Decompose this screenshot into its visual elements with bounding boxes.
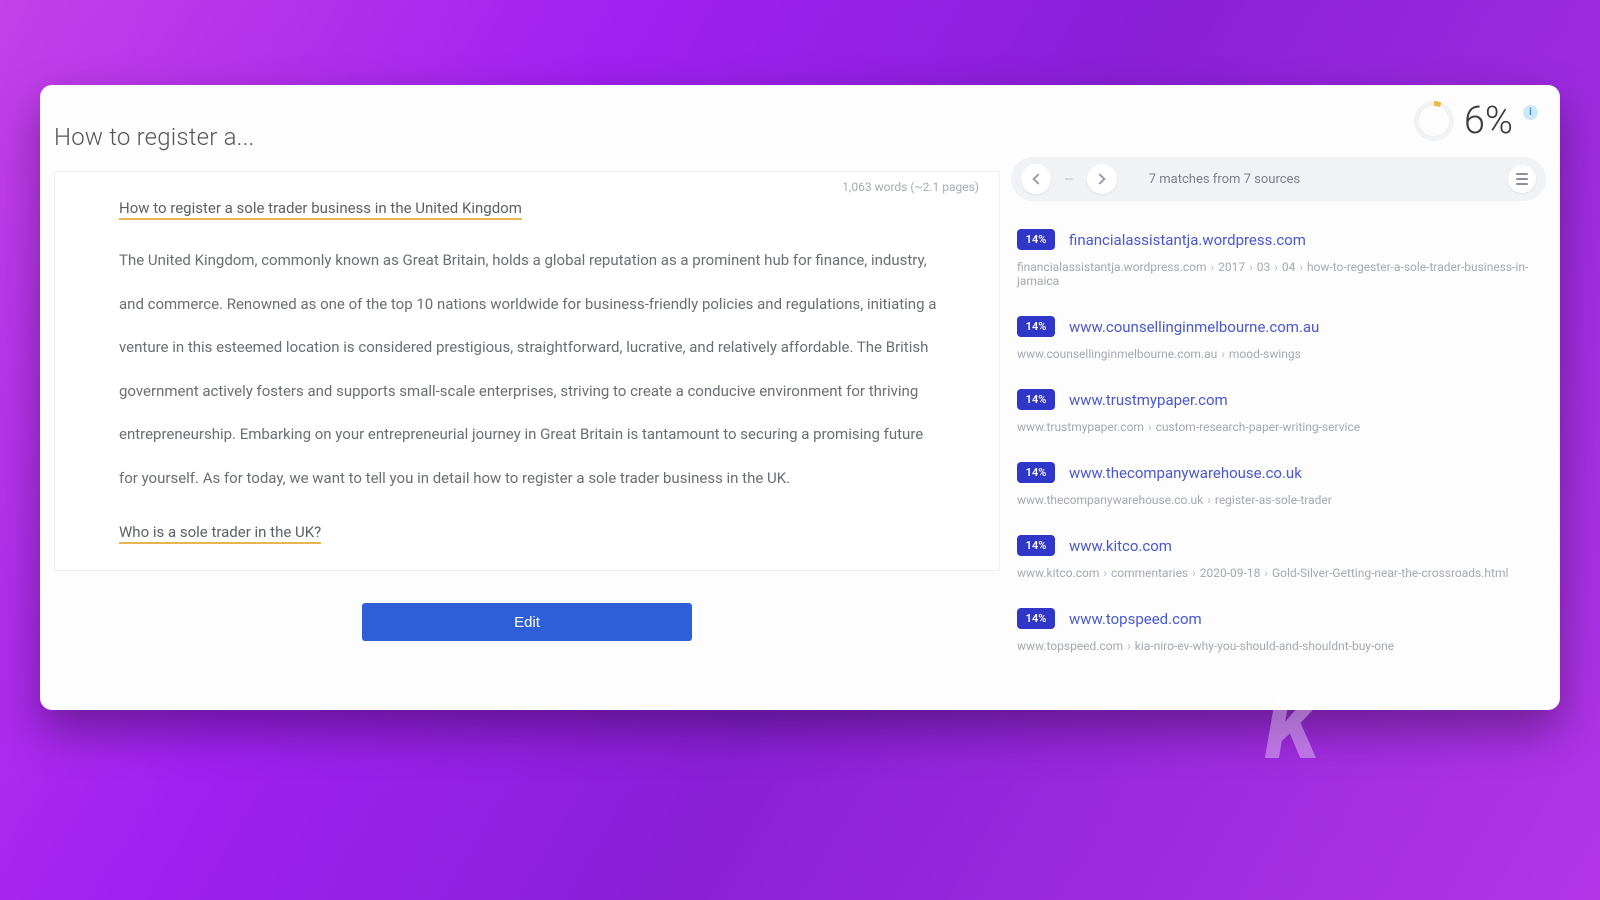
matches-nav-bar: -- 7 matches from 7 sources: [1011, 157, 1546, 201]
source-breadcrumb: www.kitco.com›commentaries›2020-09-18›Go…: [1017, 566, 1536, 580]
score-ring-icon: [1414, 101, 1454, 141]
source-item[interactable]: 14% www.kitco.com www.kitco.com›commentari…: [1011, 525, 1542, 598]
source-breadcrumb: www.trustmypaper.com›custom-research-pap…: [1017, 420, 1536, 434]
source-item[interactable]: 14% www.counsellinginmelbourne.com.au www.…: [1011, 306, 1542, 379]
source-item[interactable]: 14% www.topspeed.com www.topspeed.com›kia-…: [1011, 598, 1542, 671]
edit-button[interactable]: Edit: [362, 603, 692, 641]
match-percentage-badge: 14%: [1017, 608, 1055, 629]
source-breadcrumb: www.thecompanywarehouse.co.uk›register-a…: [1017, 493, 1536, 507]
menu-button[interactable]: [1508, 165, 1536, 193]
score-row: 6% i: [1001, 85, 1560, 157]
match-percentage-badge: 14%: [1017, 229, 1055, 250]
app-window: How to register a... 1,063 words (~2.1 p…: [40, 85, 1560, 710]
document-container: 1,063 words (~2.1 pages) How to register…: [54, 171, 1000, 571]
source-item[interactable]: 14% financialassistantja.wordpress.com fin…: [1011, 219, 1542, 306]
document-scroll-area[interactable]: 1,063 words (~2.1 pages) How to register…: [55, 172, 999, 570]
source-link[interactable]: www.topspeed.com: [1069, 610, 1202, 628]
match-percentage-badge: 14%: [1017, 389, 1055, 410]
word-count: 1,063 words (~2.1 pages): [842, 180, 979, 194]
source-breadcrumb: financialassistantja.wordpress.com›2017›…: [1017, 260, 1536, 288]
chevron-right-icon: [1095, 173, 1106, 184]
source-breadcrumb: www.counsellinginmelbourne.com.au›mood-s…: [1017, 347, 1536, 361]
document-paragraph-2: Registering as a sole trader is widely r…: [119, 563, 943, 570]
info-icon[interactable]: i: [1523, 105, 1538, 120]
document-subheading-wrap: Who is a sole trader in the UK?: [119, 522, 943, 541]
prev-match-button[interactable]: [1021, 164, 1051, 194]
left-panel: How to register a... 1,063 words (~2.1 p…: [40, 85, 1000, 710]
similarity-score: 6%: [1464, 99, 1513, 143]
match-percentage-badge: 14%: [1017, 462, 1055, 483]
source-breadcrumb: www.topspeed.com›kia-niro-ev-why-you-sho…: [1017, 639, 1536, 653]
next-match-button[interactable]: [1087, 164, 1117, 194]
source-link[interactable]: www.kitco.com: [1069, 537, 1172, 555]
source-link[interactable]: www.thecompanywarehouse.co.uk: [1069, 464, 1302, 482]
source-item[interactable]: 14% www.thecompanywarehouse.co.uk www.thec…: [1011, 452, 1542, 525]
match-percentage-badge: 14%: [1017, 535, 1055, 556]
right-panel: 6% i -- 7 matches from 7 sources 14% fina…: [1000, 85, 1560, 710]
hamburger-icon: [1516, 173, 1528, 175]
chevron-left-icon: [1032, 173, 1043, 184]
matches-summary: 7 matches from 7 sources: [1149, 172, 1300, 187]
source-link[interactable]: www.counsellinginmelbourne.com.au: [1069, 318, 1319, 336]
document-heading: How to register a sole trader business i…: [119, 199, 522, 220]
source-link[interactable]: financialassistantja.wordpress.com: [1069, 231, 1306, 249]
source-link[interactable]: www.trustmypaper.com: [1069, 391, 1228, 409]
source-item[interactable]: 14% www.trustmypaper.com www.trustmypaper.…: [1011, 379, 1542, 452]
match-position: --: [1065, 171, 1073, 187]
document-subheading: Who is a sole trader in the UK?: [119, 523, 321, 544]
sources-list[interactable]: 14% financialassistantja.wordpress.com fin…: [1011, 219, 1548, 710]
document-paragraph-1: The United Kingdom, commonly known as Gr…: [119, 239, 943, 500]
document-title: How to register a...: [54, 123, 1000, 151]
match-percentage-badge: 14%: [1017, 316, 1055, 337]
